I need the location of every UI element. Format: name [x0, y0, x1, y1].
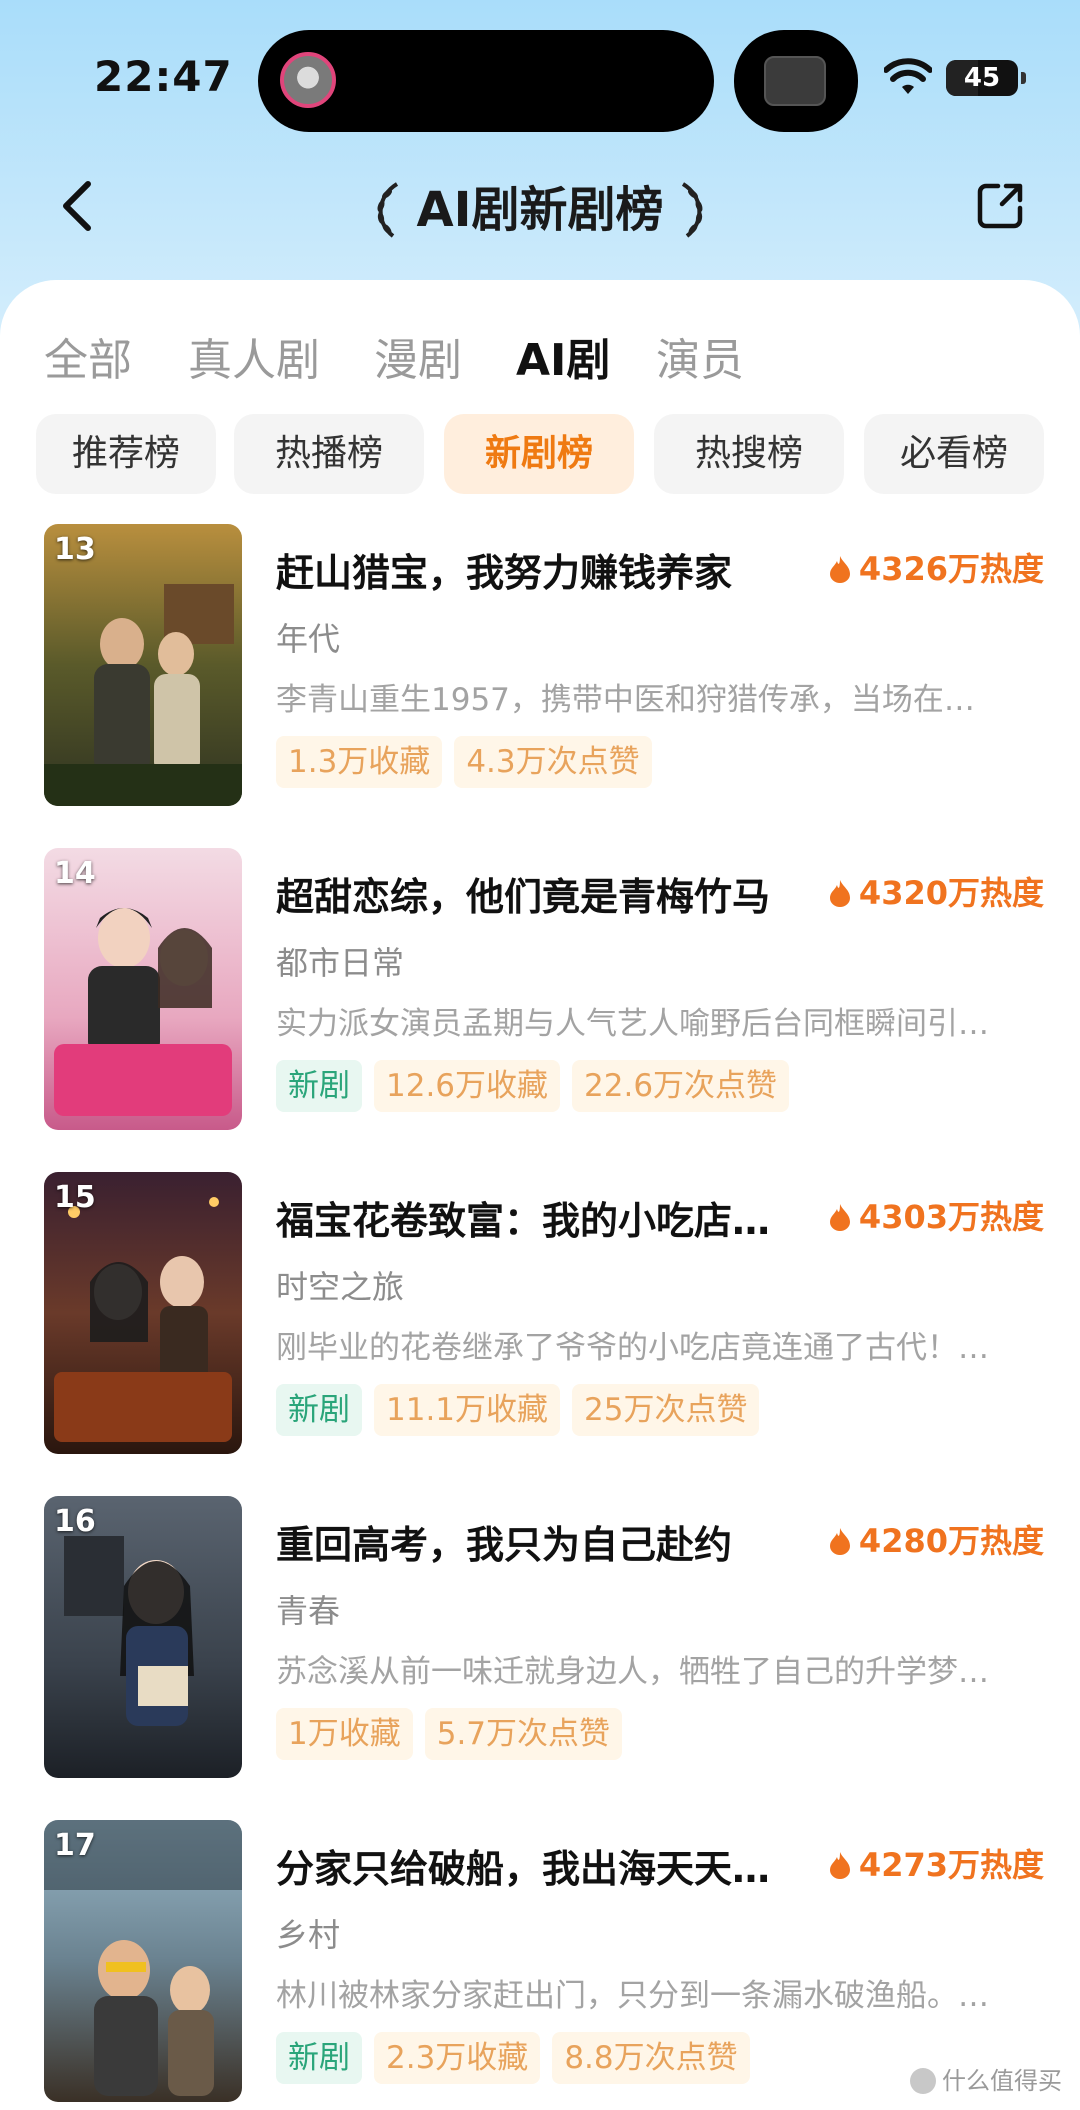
- page-title: AI剧新剧榜: [416, 182, 664, 238]
- tab-live-action[interactable]: 真人剧: [188, 324, 320, 388]
- tag-row: 新剧 2.3万收藏 8.8万次点赞: [276, 2032, 762, 2084]
- status-time: 22:47: [94, 52, 233, 101]
- drama-title[interactable]: 分家只给破船，我出海天天…: [276, 1838, 816, 1893]
- list-item[interactable]: 13 赶山猎宝，我努力赚钱养家 4326万热度 年代 李青山重生1957，携带中…: [44, 524, 1044, 808]
- flame-icon: [829, 1852, 850, 1879]
- dynamic-island: [258, 30, 714, 132]
- genre-label: 时空之旅: [276, 1268, 405, 1306]
- battery-level: 45: [963, 63, 1001, 93]
- new-drama-tag: 新剧: [276, 1384, 362, 1436]
- laurel-right-icon: [681, 182, 703, 238]
- tag-row: 新剧 11.1万收藏 25万次点赞: [276, 1384, 771, 1436]
- genre-label: 年代: [276, 620, 341, 658]
- page-title-bar: AI剧新剧榜: [0, 170, 1080, 250]
- tab-recommended[interactable]: 推荐榜: [36, 414, 216, 494]
- rank-number: 15: [54, 1180, 96, 1215]
- favorites-tag: 2.3万收藏: [374, 2032, 541, 2084]
- likes-tag: 4.3万次点赞: [454, 736, 652, 788]
- share-button[interactable]: [976, 180, 1026, 230]
- favorites-tag: 12.6万收藏: [374, 1060, 561, 1112]
- tab-all[interactable]: 全部: [44, 324, 132, 388]
- rank-number: 16: [54, 1504, 96, 1539]
- heat-value: 4280万热度: [858, 1522, 1044, 1560]
- battery-icon: 45: [946, 60, 1026, 96]
- drama-title[interactable]: 重回高考，我只为自己赴约: [276, 1514, 816, 1569]
- favorites-tag: 1万收藏: [276, 1708, 413, 1760]
- tab-hot-play[interactable]: 热播榜: [234, 414, 424, 494]
- genre-label: 青春: [276, 1592, 341, 1630]
- heat-value: 4273万热度: [858, 1846, 1044, 1884]
- new-drama-tag: 新剧: [276, 2032, 362, 2084]
- genre-label: 都市日常: [276, 944, 405, 982]
- drama-cover[interactable]: 17: [44, 1820, 242, 2102]
- island-avatar-icon: [280, 52, 336, 108]
- content-sheet: 全部 真人剧 漫剧 AI剧 演员 推荐榜 热播榜 新剧榜 热搜榜 必看榜 13 …: [0, 280, 1080, 2110]
- heat-value: 4326万热度: [858, 550, 1044, 588]
- genre-label: 乡村: [276, 1916, 341, 1954]
- drama-description: 李青山重生1957，携带中医和狩猎传承，当场在…: [276, 682, 975, 718]
- list-item[interactable]: 17 分家只给破船，我出海天天… 4273万热度 乡村 林川被林家分家赶出门，只…: [44, 1820, 1044, 2104]
- drama-title[interactable]: 福宝花卷致富：我的小吃店…: [276, 1190, 816, 1245]
- island-camera-pill: [734, 30, 858, 132]
- likes-tag: 8.8万次点赞: [552, 2032, 750, 2084]
- likes-tag: 22.6万次点赞: [572, 1060, 790, 1112]
- heat-value: 4303万热度: [858, 1198, 1044, 1236]
- drama-description: 林川被林家分家赶出门，只分到一条漏水破渔船。…: [276, 1978, 989, 2014]
- heat-score: 4280万热度: [829, 1516, 1044, 1562]
- drama-cover[interactable]: 16: [44, 1496, 242, 1778]
- drama-description: 苏念溪从前一味迁就身边人，牺牲了自己的升学梦…: [276, 1654, 989, 1690]
- flame-icon: [829, 1204, 850, 1231]
- watermark: 什么值得买: [910, 2061, 1062, 2096]
- list-item[interactable]: 15 福宝花卷致富：我的小吃店… 4303万热度 时空之旅 刚毕业的花卷继承了爷…: [44, 1172, 1044, 1456]
- heat-score: 4326万热度: [829, 544, 1044, 590]
- watermark-logo-icon: [910, 2068, 936, 2094]
- list-item[interactable]: 14 超甜恋综，他们竟是青梅竹马 4320万热度 都市日常 实力派女演员孟期与人…: [44, 848, 1044, 1132]
- drama-title[interactable]: 赶山猎宝，我努力赚钱养家: [276, 542, 816, 597]
- tab-ai-drama[interactable]: AI剧: [516, 324, 610, 388]
- watermark-text: 什么值得买: [942, 2067, 1062, 2095]
- flame-icon: [829, 1528, 850, 1555]
- wifi-icon: [884, 58, 932, 94]
- tag-row: 1.3万收藏 4.3万次点赞: [276, 736, 664, 788]
- drama-cover[interactable]: 15: [44, 1172, 242, 1454]
- rank-number: 17: [54, 1828, 96, 1863]
- tab-actors[interactable]: 演员: [656, 324, 744, 388]
- flame-icon: [829, 556, 850, 583]
- share-icon: [977, 183, 1023, 229]
- heat-score: 4273万热度: [829, 1840, 1044, 1886]
- tab-hot-search[interactable]: 热搜榜: [654, 414, 844, 494]
- laurel-left-icon: [377, 182, 399, 238]
- drama-cover[interactable]: 14: [44, 848, 242, 1130]
- heat-value: 4320万热度: [858, 874, 1044, 912]
- rank-number: 13: [54, 532, 96, 567]
- favorites-tag: 1.3万收藏: [276, 736, 443, 788]
- flame-icon: [829, 880, 850, 907]
- drama-title[interactable]: 超甜恋综，他们竟是青梅竹马: [276, 866, 816, 921]
- heat-score: 4303万热度: [829, 1192, 1044, 1238]
- list-item[interactable]: 16 重回高考，我只为自己赴约 4280万热度 青春 苏念溪从前一味迁就身边人，…: [44, 1496, 1044, 1780]
- tab-new-drama[interactable]: 新剧榜: [444, 414, 634, 494]
- favorites-tag: 11.1万收藏: [374, 1384, 561, 1436]
- drama-description: 刚毕业的花卷继承了爷爷的小吃店竟连通了古代！…: [276, 1330, 989, 1366]
- drama-cover[interactable]: 13: [44, 524, 242, 806]
- drama-description: 实力派女演员孟期与人气艺人喻野后台同框瞬间引…: [276, 1006, 989, 1042]
- heat-score: 4320万热度: [829, 868, 1044, 914]
- island-thumbnail-icon: [764, 56, 826, 106]
- tag-row: 1万收藏 5.7万次点赞: [276, 1708, 634, 1760]
- status-bar: 22:47 45: [0, 0, 1080, 140]
- tag-row: 新剧 12.6万收藏 22.6万次点赞: [276, 1060, 801, 1112]
- rank-number: 14: [54, 856, 96, 891]
- tab-must-watch[interactable]: 必看榜: [864, 414, 1044, 494]
- likes-tag: 25万次点赞: [572, 1384, 760, 1436]
- new-drama-tag: 新剧: [276, 1060, 362, 1112]
- tab-comic[interactable]: 漫剧: [374, 324, 462, 388]
- likes-tag: 5.7万次点赞: [424, 1708, 623, 1760]
